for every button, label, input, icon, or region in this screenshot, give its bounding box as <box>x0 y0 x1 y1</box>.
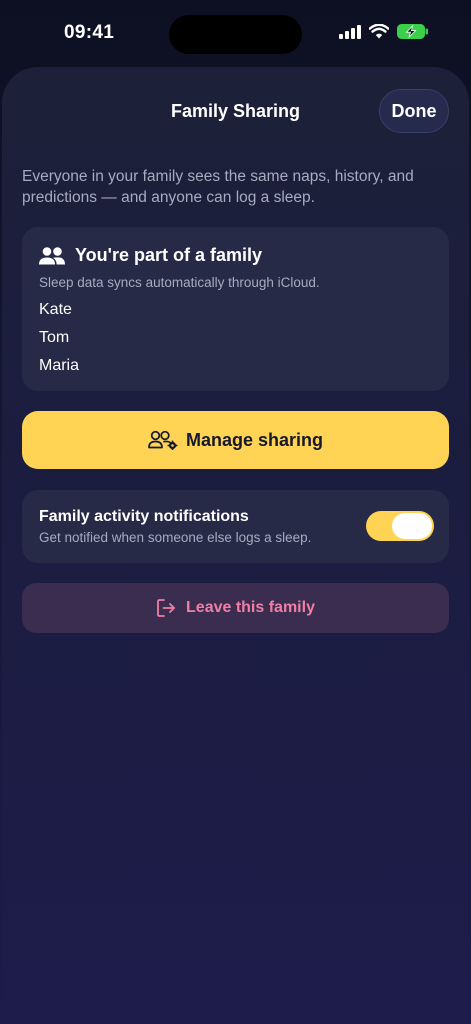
family-card-subtitle: Sleep data syncs automatically through i… <box>39 275 320 290</box>
notifications-toggle[interactable] <box>366 511 434 541</box>
family-member: Maria <box>39 357 80 374</box>
family-member: Kate <box>39 301 72 318</box>
sheet-header: Family Sharing Done <box>2 89 469 135</box>
family-card-header: You're part of a family <box>39 245 262 266</box>
family-membership-card: You're part of a family Sleep data syncs… <box>22 227 449 391</box>
leave-family-button[interactable]: Leave this family <box>22 583 449 633</box>
toggle-knob <box>392 513 432 539</box>
done-button[interactable]: Done <box>379 89 449 133</box>
family-sharing-screen: 09:41 Family Sharing Done Everyone in yo… <box>0 0 471 1024</box>
manage-sharing-button[interactable]: Manage sharing <box>22 411 449 469</box>
manage-sharing-label: Manage sharing <box>185 429 324 450</box>
wifi-icon <box>369 24 389 39</box>
family-sharing-sheet: Family Sharing Done Everyone in your fam… <box>2 67 469 1024</box>
status-time: 09:41 <box>64 22 115 43</box>
leave-door-icon <box>157 599 175 617</box>
battery-charging-icon <box>397 24 428 39</box>
status-icons <box>339 24 429 39</box>
family-card-title: You're part of a family <box>75 245 262 265</box>
status-bar: 09:41 <box>0 0 471 66</box>
family-member: Tom <box>39 329 70 346</box>
dynamic-island <box>169 15 302 54</box>
leave-family-label: Leave this family <box>186 599 315 616</box>
notifications-title: Family activity notifications <box>39 508 249 525</box>
people-icon <box>39 246 65 264</box>
cellular-signal-icon <box>339 24 361 39</box>
notifications-subtitle: Get notified when someone else logs a sl… <box>39 530 312 545</box>
family-notifications-row: Family activity notifications Get notifi… <box>22 490 449 563</box>
family-description: Everyone in your family sees the same na… <box>22 168 414 206</box>
people-settings-icon <box>148 430 178 450</box>
